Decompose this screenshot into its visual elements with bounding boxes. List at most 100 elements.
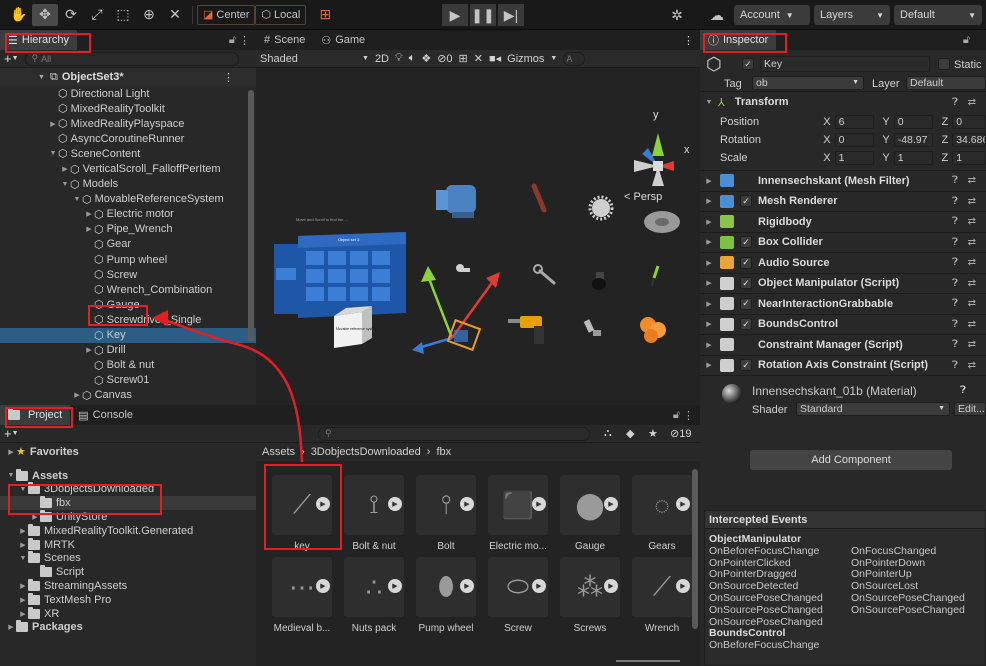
settings-icon[interactable]: ⇄ [968,175,976,186]
expand-arrow-icon[interactable]: ▶ [704,197,714,205]
breadcrumb-item[interactable]: fbx [436,446,451,458]
project-folder-item[interactable]: fbx [0,496,256,511]
scale-x-field[interactable]: 1 [834,150,875,165]
collapse-arrow-icon[interactable]: ▶ [48,120,58,128]
hierarchy-item[interactable]: ▶ ⬡ VerticalScroll_FalloffPerItem [0,161,256,176]
hierarchy-item[interactable]: ⬡ Pump wheel [0,252,256,267]
help-icon[interactable]: ❓︎ [952,175,958,186]
hierarchy-item[interactable]: ▶ ⬡ MixedRealityPlayspace [0,116,256,131]
rotation-y-field[interactable]: -48.97 [893,132,934,147]
position-x-field[interactable]: 6 [834,114,875,129]
expand-arrow-icon[interactable]: ▶ [18,541,28,549]
component-enabled-checkbox[interactable]: ✓ [740,277,752,290]
hierarchy-item[interactable]: ⬡ Screwdriver_Single [0,312,256,327]
shading-mode-dropdown[interactable]: Shaded [260,53,356,65]
settings-icon[interactable]: ⇄ [968,216,976,227]
lighting-icon[interactable]: 💡︎ [395,52,403,65]
component-header[interactable]: ▶ Innensechskant (Mesh Filter) ❓︎ ⇄ [700,170,986,191]
settings-icon[interactable]: ⇄ [968,196,976,207]
component-header[interactable]: ▶ ✓ BoundsControl ❓︎ ⇄ [700,313,986,335]
help-icon[interactable]: ❓︎ [952,216,958,227]
hierarchy-item[interactable]: ⬡ Screw01 [0,373,256,388]
collapse-arrow-icon[interactable]: ▶ [84,225,94,233]
tab-hierarchy[interactable]: ☰ Hierarchy [0,30,77,50]
services-icon[interactable]: ✲ [664,4,690,26]
tab-project[interactable]: Project [0,405,71,425]
project-search-input[interactable]: ⚲ [318,426,590,441]
component-enabled-checkbox[interactable]: ✓ [740,359,752,372]
expand-arrow-icon[interactable]: ▼ [18,555,28,562]
asset-tile[interactable]: ⬛ ▶ Electric mo... [488,475,548,552]
rotation-x-field[interactable]: 0 [834,132,875,147]
help-icon[interactable]: ❓︎ [952,339,958,350]
help-icon[interactable]: ❓︎ [952,257,958,268]
help-icon[interactable]: ❓︎ [960,385,966,396]
expand-arrow-icon[interactable]: ▼ [48,150,58,157]
settings-icon[interactable]: ⇄ [968,278,976,289]
component-header[interactable]: ▶ ✓ Box Collider ❓︎ ⇄ [700,231,986,253]
space-toggle[interactable]: ⬡ Local [255,4,307,25]
hierarchy-item[interactable]: ▶ ⬡ Drill [0,343,256,358]
expand-asset-icon[interactable]: ▶ [604,579,618,593]
project-folder-item[interactable]: ▶ StreamingAssets [0,579,256,593]
account-dropdown[interactable]: Account ▼ [734,5,810,25]
static-checkbox[interactable] [938,58,950,70]
component-enabled-checkbox[interactable]: ✓ [740,297,752,310]
object-name-field[interactable]: Key [760,56,930,72]
expand-arrow-icon[interactable]: ▶ [30,513,40,521]
visibility-icon[interactable]: ⊘0 [437,52,452,65]
material-name[interactable]: Innensechskant_01b (Material) [752,384,917,398]
transform-tool-icon[interactable]: ⊕ [136,4,162,26]
audio-icon[interactable]: 🔈︎ [409,52,416,65]
settings-icon[interactable]: ⇄ [968,97,976,108]
expand-arrow-icon[interactable]: ▶ [704,177,714,185]
filter-type-icon[interactable]: ⛬ [604,427,612,440]
tab-scene[interactable]: # Scene [256,30,313,50]
grid-snap-icon[interactable]: ⊞ [312,4,338,26]
component-header[interactable]: ▶ Rigidbody ❓︎ ⇄ [700,211,986,232]
shader-edit-button[interactable]: Edit... [954,402,986,416]
expand-arrow-icon[interactable]: ▶ [704,320,714,328]
tools-icon[interactable]: ✕ [474,52,483,65]
hierarchy-item[interactable]: ▼ ⬡ MovableReferenceSystem [0,192,256,207]
expand-arrow-icon[interactable]: ▶ [704,341,714,349]
lock-icon[interactable]: 🔓︎ [963,34,970,47]
asset-tile[interactable]: ⁂ ▶ Screws [560,557,620,634]
expand-arrow-icon[interactable]: ▼ [6,472,16,479]
component-header[interactable]: ▶ ✓ NearInteractionGrabbable ❓︎ ⇄ [700,293,986,314]
settings-icon[interactable]: ⇄ [968,360,976,371]
hierarchy-item[interactable]: ⬡ Gear [0,237,256,252]
rotation-z-field[interactable]: 34.686 [952,132,986,147]
more-menu-icon[interactable]: ⋮ [683,34,694,47]
asset-tile[interactable]: ◌ ▶ Gears [632,475,692,552]
zoom-slider[interactable] [616,660,680,662]
hierarchy-item[interactable]: ▶ ⬡ Canvas [0,388,256,403]
persp-label[interactable]: < Persp [624,191,662,203]
chevron-down-icon[interactable]: ▼ [12,430,19,437]
pump-wheel-model[interactable] [644,211,680,233]
expand-asset-icon[interactable]: ▶ [460,497,474,511]
move-tool-icon[interactable]: ✥ [32,3,58,26]
transform-header[interactable]: ▼ ⅄ Transform ❓︎ ⇄ [700,92,986,113]
step-button[interactable]: ▶| [498,4,524,26]
pause-button[interactable]: ❚❚ [470,4,496,26]
expand-asset-icon[interactable]: ▶ [532,579,546,593]
component-header[interactable]: ▶ ✓ Audio Source ❓︎ ⇄ [700,252,986,273]
asset-tile[interactable]: ∴ ▶ Nuts pack [344,557,404,634]
expand-arrow-icon[interactable]: ▶ [704,238,714,246]
add-icon[interactable]: + [4,51,12,66]
component-header[interactable]: ▶ ✓ Mesh Renderer ❓︎ ⇄ [700,190,986,212]
layout-dropdown[interactable]: Default ▼ [894,5,982,25]
expand-asset-icon[interactable]: ▶ [460,579,474,593]
rect-tool-icon[interactable]: ⬚ [110,4,136,26]
collapse-arrow-icon[interactable]: ▶ [84,210,94,218]
component-header[interactable]: ▶ ✓ Rotation Axis Constraint (Script) ❓︎ ⇄ [700,354,986,376]
hierarchy-item[interactable]: ⬡ Key [0,327,256,343]
component-enabled-checkbox[interactable]: ✓ [740,236,752,249]
add-component-button[interactable]: Add Component [750,450,952,470]
asset-tile[interactable]: ⟋ ▶ Wrench [632,557,692,634]
expand-arrow-icon[interactable]: ▶ [704,259,714,267]
component-enabled-checkbox[interactable]: ✓ [740,195,752,208]
more-menu-icon[interactable]: ⋮ [239,34,250,47]
expand-arrow-icon[interactable]: ▶ [6,623,16,631]
